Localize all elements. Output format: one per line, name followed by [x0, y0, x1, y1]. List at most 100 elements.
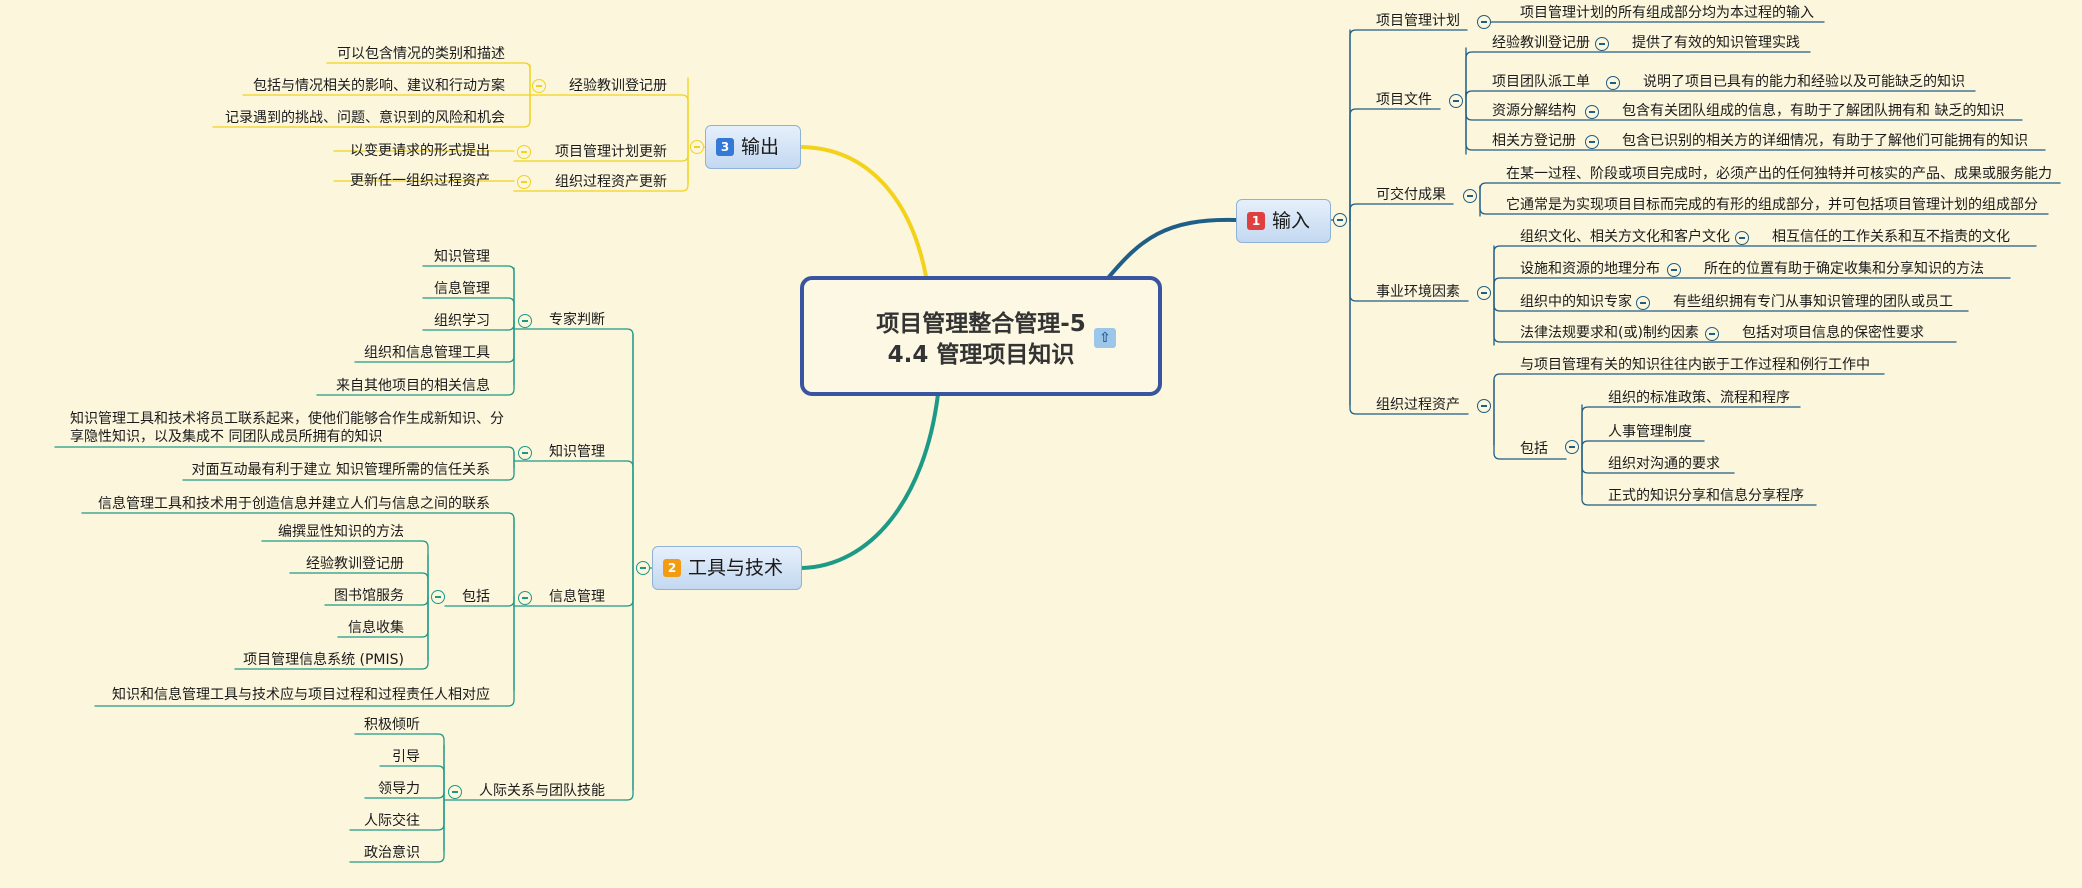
node-input-items-opa-include-0[interactable]: 组织的标准政策、流程和程序 — [1608, 390, 1790, 406]
connector-node-tools-items-ip-label — [624, 567, 634, 801]
node-tools-items-im-include-2[interactable]: 图书馆服务 — [334, 588, 404, 604]
node-input-items-eef-children-2-collapse-icon[interactable]: - — [1636, 296, 1650, 310]
node-input-items-plan-label-collapse-icon[interactable]: - — [1477, 15, 1491, 29]
node-input-items-eef-children-3-label[interactable]: 法律法规要求和(或)制约因素 — [1520, 325, 1699, 341]
node-tools-items-im-include-4[interactable]: 项目管理信息系统 (PMIS) — [243, 652, 404, 668]
node-output-items-opa-label[interactable]: 组织过程资产更新 — [555, 174, 667, 190]
branch-output-collapse-icon[interactable]: - — [690, 140, 704, 154]
node-tools-items-expert-children-2[interactable]: 组织学习 — [434, 313, 490, 329]
node-tools-items-ip-label-collapse-icon[interactable]: - — [448, 785, 462, 799]
node-input-items-eef-children-3-collapse-icon[interactable]: - — [1705, 327, 1719, 341]
node-input-items-eef-children-2-label[interactable]: 组织中的知识专家 — [1520, 294, 1632, 310]
node-input-items-docs-children-3-label[interactable]: 相关方登记册 — [1492, 133, 1576, 149]
connector-node-input-items-opa-include-1 — [1581, 440, 1591, 448]
node-tools-items-km-label[interactable]: 知识管理 — [549, 444, 605, 460]
node-output-items-pmp-label[interactable]: 项目管理计划更新 — [555, 144, 667, 160]
branch-tools-label: 工具与技术 — [688, 557, 784, 579]
node-output-items-lessons-children-0[interactable]: 可以包含情况的类别和描述 — [337, 46, 505, 62]
node-tools-items-ip-children-0[interactable]: 积极倾听 — [364, 717, 420, 733]
node-input-items-plan-child[interactable]: 项目管理计划的所有组成部分均为本过程的输入 — [1520, 5, 1814, 21]
node-input-items-deliverables-children-0[interactable]: 在某一过程、阶段或项目完成时，必须产出的任何独特并可核实的产品、成果或服务能力 — [1506, 166, 2052, 182]
node-tools-items-ip-children-4[interactable]: 政治意识 — [364, 845, 420, 861]
node-input-items-docs-children-1-collapse-icon[interactable]: - — [1606, 76, 1620, 90]
node-input-items-docs-label-collapse-icon[interactable]: - — [1449, 94, 1463, 108]
node-input-items-eef-children-2-desc[interactable]: 有些组织拥有专门从事知识管理的团队或员工 — [1673, 294, 1953, 310]
node-input-items-docs-children-2-collapse-icon[interactable]: - — [1585, 105, 1599, 119]
node-input-items-docs-children-3-collapse-icon[interactable]: - — [1585, 135, 1599, 149]
branch-input-collapse-icon[interactable]: - — [1333, 213, 1347, 227]
node-tools-items-expert-label-collapse-icon[interactable]: - — [518, 314, 532, 328]
node-output-items-lessons-label-collapse-icon[interactable]: - — [532, 79, 546, 93]
node-output-items-opa-child[interactable]: 更新任一组织过程资产 — [350, 173, 490, 189]
node-input-items-opa-label[interactable]: 组织过程资产 — [1376, 397, 1460, 413]
central-topic[interactable]: 项目管理整合管理-5 4.4 管理项目知识 ⇧ — [800, 276, 1162, 396]
branch-output[interactable]: 3 输出 — [705, 125, 801, 169]
node-input-items-deliverables-label[interactable]: 可交付成果 — [1376, 187, 1446, 203]
node-tools-items-im-label-collapse-icon[interactable]: - — [518, 591, 532, 605]
node-input-items-deliverables-children-1[interactable]: 它通常是为实现项目目标而完成的有形的组成部分，并可包括项目管理计划的组成部分 — [1506, 197, 2038, 213]
node-tools-items-expert-children-4[interactable]: 来自其他项目的相关信息 — [336, 378, 490, 394]
branch-input[interactable]: 1 输入 — [1236, 199, 1331, 243]
connector-node-input-items-deliverables-children-0 — [1479, 182, 1489, 190]
node-tools-items-im-include-3[interactable]: 信息收集 — [348, 620, 404, 636]
node-input-items-opa-include-label-collapse-icon[interactable]: - — [1565, 440, 1579, 454]
node-output-items-pmp-label-collapse-icon[interactable]: - — [517, 145, 531, 159]
node-tools-items-im-last[interactable]: 知识和信息管理工具与技术应与项目过程和过程责任人相对应 — [112, 687, 490, 703]
node-tools-items-im-include-label-collapse-icon[interactable]: - — [431, 590, 445, 604]
node-input-items-eef-children-1-desc[interactable]: 所在的位置有助于确定收集和分享知识的方法 — [1704, 261, 1984, 277]
node-input-items-docs-children-3-desc[interactable]: 包含已识别的相关方的详细情况，有助于了解他们可能拥有的知识 — [1622, 133, 2028, 149]
node-input-items-eef-children-0-desc[interactable]: 相互信任的工作关系和互不指责的文化 — [1772, 229, 2010, 245]
node-tools-items-expert-children-3[interactable]: 组织和信息管理工具 — [364, 345, 490, 361]
node-input-items-opa-include-1[interactable]: 人事管理制度 — [1608, 424, 1692, 440]
node-input-items-eef-children-1-label[interactable]: 设施和资源的地理分布 — [1520, 261, 1660, 277]
node-output-items-lessons-label[interactable]: 经验教训登记册 — [569, 78, 667, 94]
node-tools-items-ip-children-3[interactable]: 人际交往 — [364, 813, 420, 829]
node-input-items-docs-children-0-label[interactable]: 经验教训登记册 — [1492, 35, 1590, 51]
node-tools-items-expert-children-0[interactable]: 知识管理 — [434, 249, 490, 265]
node-input-items-eef-label[interactable]: 事业环境因素 — [1376, 284, 1460, 300]
node-input-items-opa-include-2[interactable]: 组织对沟通的要求 — [1608, 456, 1720, 472]
node-input-items-opa-include-label[interactable]: 包括 — [1520, 441, 1548, 457]
node-tools-items-im-first[interactable]: 信息管理工具和技术用于创造信息并建立人们与信息之间的联系 — [98, 496, 490, 512]
node-input-items-plan-label[interactable]: 项目管理计划 — [1376, 13, 1460, 29]
node-input-items-docs-children-1-label[interactable]: 项目团队派工单 — [1492, 74, 1590, 90]
node-input-items-eef-children-0-collapse-icon[interactable]: - — [1735, 231, 1749, 245]
node-output-items-lessons-children-2[interactable]: 记录遇到的挑战、问题、意识到的风险和机会 — [225, 110, 505, 126]
node-input-items-docs-children-2-label[interactable]: 资源分解结构 — [1492, 103, 1576, 119]
node-input-items-eef-children-0-label[interactable]: 组织文化、相关方文化和客户文化 — [1520, 229, 1730, 245]
node-tools-items-ip-label[interactable]: 人际关系与团队技能 — [479, 783, 605, 799]
node-tools-items-ip-children-1[interactable]: 引导 — [392, 749, 420, 765]
node-input-items-deliverables-label-collapse-icon[interactable]: - — [1463, 189, 1477, 203]
node-input-items-docs-children-0-desc[interactable]: 提供了有效的知识管理实践 — [1632, 35, 1800, 51]
node-input-items-opa-first[interactable]: 与项目管理有关的知识往往内嵌于工作过程和例行工作中 — [1520, 357, 1870, 373]
node-output-items-pmp-child[interactable]: 以变更请求的形式提出 — [350, 143, 490, 159]
node-tools-items-km-children-0[interactable]: 知识管理工具和技术将员工联系起来，使他们能够合作生成新知识、分享隐性知识，以及集… — [70, 410, 510, 446]
node-input-items-docs-children-0-collapse-icon[interactable]: - — [1595, 37, 1609, 51]
node-input-items-docs-children-1-desc[interactable]: 说明了项目已具有的能力和经验以及可能缺乏的知识 — [1643, 74, 1965, 90]
node-input-items-eef-children-1-collapse-icon[interactable]: - — [1667, 263, 1681, 277]
node-tools-items-expert-label[interactable]: 专家判断 — [549, 312, 605, 328]
node-input-items-docs-children-2-desc[interactable]: 包含有关团队组成的信息，有助于了解团队拥有和 缺乏的知识 — [1622, 103, 2004, 119]
node-input-items-eef-children-3-desc[interactable]: 包括对项目信息的保密性要求 — [1742, 325, 1924, 341]
node-tools-items-im-include-label[interactable]: 包括 — [462, 589, 490, 605]
connector-node-input-items-eef-children-3 — [1493, 283, 1503, 343]
branch-tools[interactable]: 2 工具与技术 — [652, 546, 802, 590]
node-tools-items-im-label[interactable]: 信息管理 — [549, 589, 605, 605]
node-tools-items-expert-children-1[interactable]: 信息管理 — [434, 281, 490, 297]
node-input-items-opa-label-collapse-icon[interactable]: - — [1477, 399, 1491, 413]
branch-tools-collapse-icon[interactable]: - — [636, 561, 650, 575]
node-output-items-opa-label-collapse-icon[interactable]: - — [517, 175, 531, 189]
node-output-items-lessons-children-1[interactable]: 包括与情况相关的影响、建议和行动方案 — [253, 78, 505, 94]
node-input-items-opa-include-3[interactable]: 正式的知识分享和信息分享程序 — [1608, 488, 1804, 504]
connector-node-output-items-pmp-label — [679, 146, 689, 162]
node-tools-items-ip-children-2[interactable]: 领导力 — [378, 781, 420, 797]
connector-node-input-items-opa-include-label — [1493, 396, 1503, 460]
node-input-items-eef-label-collapse-icon[interactable]: - — [1477, 286, 1491, 300]
node-tools-items-im-include-0[interactable]: 编撰显性知识的方法 — [278, 524, 404, 540]
node-tools-items-im-include-1[interactable]: 经验教训登记册 — [306, 556, 404, 572]
connector-node-input-items-docs-children-2 — [1465, 91, 1475, 121]
node-tools-items-km-label-collapse-icon[interactable]: - — [518, 446, 532, 460]
node-tools-items-km-children-1[interactable]: 对面互动最有利于建立 知识管理所需的信任关系 — [192, 462, 490, 478]
pin-icon[interactable]: ⇧ — [1094, 328, 1116, 348]
node-input-items-docs-label[interactable]: 项目文件 — [1376, 92, 1432, 108]
